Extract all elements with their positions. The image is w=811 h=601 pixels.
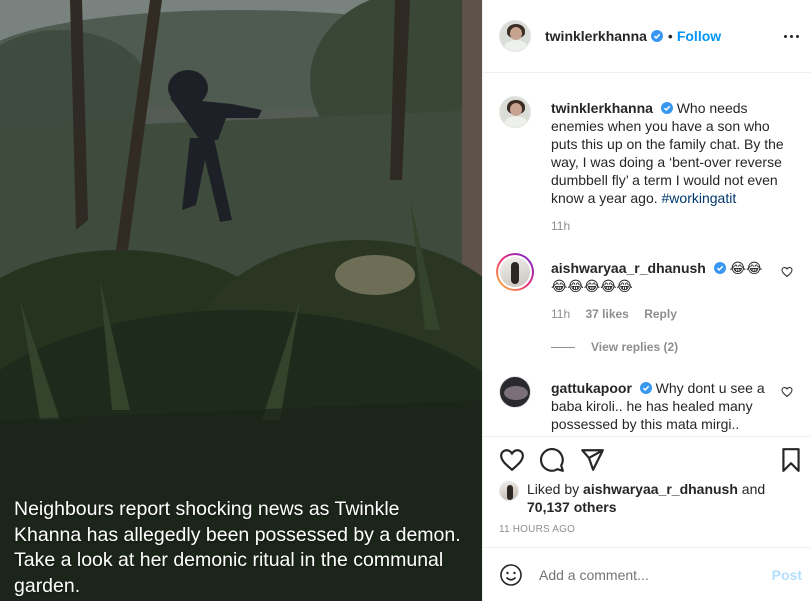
author-username[interactable]: twinklerkhanna bbox=[545, 28, 647, 44]
caption-hashtag[interactable]: #workingatit bbox=[662, 190, 737, 206]
post-timestamp[interactable]: 11 HOURS AGO bbox=[499, 524, 575, 535]
video-caption-overlay: Neighbours report shocking news as Twink… bbox=[14, 498, 461, 597]
bookmark-icon[interactable] bbox=[778, 447, 804, 473]
comment-icon[interactable] bbox=[539, 447, 565, 473]
post-comment-button[interactable]: Post bbox=[772, 567, 802, 583]
share-icon[interactable] bbox=[579, 447, 605, 473]
comment-time[interactable]: 11h bbox=[551, 307, 570, 321]
comment-username[interactable]: gattukapoor bbox=[551, 380, 632, 396]
author-avatar[interactable] bbox=[499, 20, 531, 52]
like-comment-heart-icon[interactable] bbox=[781, 266, 793, 278]
caption-meta: 11h bbox=[551, 219, 582, 233]
comment-likes[interactable]: 37 likes bbox=[585, 307, 628, 321]
caption-author-avatar[interactable] bbox=[499, 96, 531, 128]
liker-avatar[interactable] bbox=[499, 481, 519, 501]
comments-list[interactable]: twinklerkhanna Who needs enemies when yo… bbox=[483, 73, 811, 436]
more-options-icon[interactable] bbox=[782, 26, 802, 46]
reply-button[interactable]: Reply bbox=[644, 307, 677, 321]
view-replies-label: View replies (2) bbox=[591, 340, 679, 354]
replies-divider bbox=[551, 346, 575, 348]
caption-username[interactable]: twinklerkhanna bbox=[551, 100, 653, 116]
verified-badge-icon bbox=[713, 262, 726, 274]
add-comment-bar: Post bbox=[483, 547, 811, 601]
view-replies-button[interactable]: View replies (2) bbox=[551, 340, 678, 354]
comment-text-block: aishwaryaa_r_dhanush 😂😂 😂😂😂😂😂 bbox=[551, 259, 766, 295]
emoji-icon[interactable] bbox=[499, 563, 523, 587]
heart-icon[interactable] bbox=[499, 447, 525, 473]
post-media[interactable]: Neighbours report shocking news as Twink… bbox=[0, 0, 482, 601]
follow-button[interactable]: Follow bbox=[677, 28, 721, 44]
liked-by-and: and bbox=[741, 481, 766, 497]
action-bar bbox=[483, 436, 811, 476]
liked-by-user[interactable]: aishwaryaa_r_dhanush bbox=[583, 481, 738, 497]
caption-text-block: twinklerkhanna Who needs enemies when yo… bbox=[551, 99, 793, 207]
like-comment-heart-icon[interactable] bbox=[781, 386, 793, 398]
comment-username[interactable]: aishwaryaa_r_dhanush bbox=[551, 260, 706, 276]
verified-badge-icon bbox=[660, 102, 673, 114]
comment-text-block: gattukapoor Why dont u see a baba kiroli… bbox=[551, 379, 766, 433]
comment-meta: 11h 37 likes Reply bbox=[551, 307, 689, 321]
commenter-avatar[interactable] bbox=[496, 253, 534, 291]
verified-badge-icon bbox=[639, 382, 652, 394]
commenter-avatar[interactable] bbox=[499, 376, 531, 408]
caption-time[interactable]: 11h bbox=[551, 219, 570, 233]
likes-count[interactable]: 70,137 others bbox=[527, 499, 617, 515]
liked-by-text: Liked by aishwaryaa_r_dhanush and 70,137… bbox=[527, 480, 797, 516]
separator-dot: • bbox=[667, 28, 673, 44]
post-sidebar: twinklerkhanna • Follow twinklerkhanna W… bbox=[482, 0, 811, 601]
comment-input[interactable] bbox=[539, 567, 759, 583]
post-header: twinklerkhanna • Follow bbox=[483, 0, 811, 73]
verified-badge-icon bbox=[650, 30, 663, 42]
liked-by-prefix: Liked by bbox=[527, 481, 580, 497]
